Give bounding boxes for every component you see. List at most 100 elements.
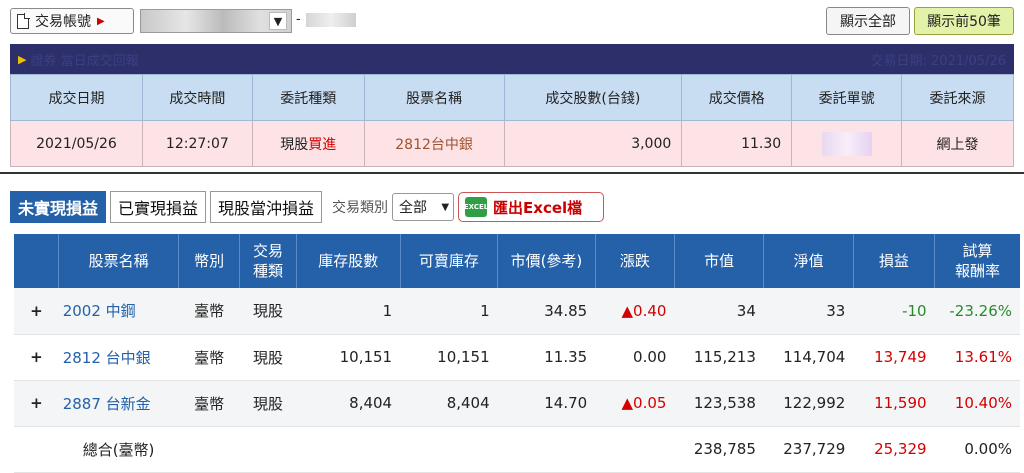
col-header: 淨值	[763, 234, 854, 288]
chevron-down-icon: ▼	[441, 201, 450, 213]
col-header: 可賣庫存	[400, 234, 499, 288]
pl-cell: -10	[853, 288, 935, 335]
col-header: 股票名稱	[363, 74, 505, 121]
export-excel-button[interactable]: EXCEL 匯出Excel檔	[458, 192, 605, 222]
total-return: 0.00%	[934, 426, 1020, 473]
table-row: + 2887 台新金 臺幣 現股 8,404 8,404 14.70 ▲0.05…	[14, 380, 1020, 427]
trade-type-select[interactable]: 全部 ▼	[392, 193, 455, 221]
trade-price-cell: 11.30	[681, 120, 793, 167]
trade-report-title: 證券 當日成交回報	[30, 53, 139, 69]
trade-type-value: 全部	[399, 200, 428, 216]
col-header: 成交時間	[141, 74, 253, 121]
chevron-down-icon: ▼	[269, 12, 287, 30]
net-value-cell: 122,992	[763, 380, 854, 427]
table-row: + 2812 台中銀 臺幣 現股 10,151 10,151 11.35 0.0…	[14, 334, 1020, 381]
col-header: 庫存股數	[296, 234, 401, 288]
col-header: 成交股數(台錢)	[503, 74, 683, 121]
document-icon	[17, 12, 30, 29]
market-value-cell: 123,538	[674, 380, 764, 427]
col-header-line: 交易	[253, 242, 284, 260]
total-net-value: 237,729	[763, 426, 854, 473]
col-header: 漲跌	[595, 234, 675, 288]
trade-time-cell: 12:27:07	[141, 120, 253, 167]
total-spacer	[595, 426, 675, 473]
col-header: 交易 種類	[239, 234, 297, 288]
col-header: 損益	[853, 234, 936, 288]
export-excel-label: 匯出Excel檔	[493, 198, 583, 217]
col-header: 幣別	[178, 234, 241, 288]
sellable-cell: 10,151	[400, 334, 498, 381]
tab-unrealized[interactable]: 未實現損益	[10, 191, 107, 223]
col-header-expand	[14, 234, 60, 288]
section-divider	[0, 172, 1024, 174]
account-select[interactable]: ▼	[140, 9, 292, 33]
total-pl: 25,329	[853, 426, 935, 473]
trade-header-row: 成交日期 成交時間 委託種類 股票名稱 成交股數(台錢) 成交價格 委託單號 委…	[10, 74, 1014, 121]
stock-link[interactable]: 2002 中鋼	[58, 288, 179, 335]
col-header: 委託種類	[251, 74, 365, 121]
trade-source-cell: 網上發	[901, 120, 1014, 167]
kind-action: 買進	[308, 136, 337, 153]
kind-cell: 現股	[239, 288, 297, 335]
expand-button[interactable]: +	[14, 380, 59, 427]
trade-report-table: 成交日期 成交時間 委託種類 股票名稱 成交股數(台錢) 成交價格 委託單號 委…	[10, 74, 1014, 167]
table-row: + 2002 中鋼 臺幣 現股 1 1 34.85 ▲0.40 34 33 -1…	[14, 288, 1020, 335]
total-row: 總合(臺幣) 238,785 237,729 25,329 0.00%	[14, 426, 1020, 473]
unrealized-pl-table: 股票名稱 幣別 交易種類 庫存股數 可賣庫存 市價(參考) 漲跌 市值 淨值 損…	[14, 234, 1020, 473]
net-value-cell: 114,704	[763, 334, 854, 381]
shares-cell: 10,151	[296, 334, 401, 381]
trade-shares-cell: 3,000	[503, 120, 683, 167]
col-header: 市價(參考)	[497, 234, 596, 288]
expand-button[interactable]: +	[14, 288, 59, 335]
trade-type-label: 交易類別	[332, 200, 389, 216]
kind-cell: 現股	[239, 334, 297, 381]
change-cell: ▲0.05	[595, 380, 675, 427]
col-header: 成交價格	[681, 74, 793, 121]
stock-link[interactable]: 2887 台新金	[58, 380, 179, 427]
total-market-value: 238,785	[674, 426, 764, 473]
change-cell: ▲0.40	[595, 288, 675, 335]
trade-row: 2021/05/26 12:27:07 現股買進 2812台中銀 3,000 1…	[10, 120, 1014, 167]
shares-cell: 8,404	[296, 380, 401, 427]
tab-realized[interactable]: 已實現損益	[110, 191, 207, 223]
pl-header-row: 股票名稱 幣別 交易種類 庫存股數 可賣庫存 市價(參考) 漲跌 市值 淨值 損…	[14, 234, 1020, 288]
tab-daytrade[interactable]: 現股當沖損益	[210, 191, 323, 223]
col-header-line: 種類	[253, 262, 284, 280]
col-header: 試算 報酬率	[934, 234, 1020, 288]
account-name-redacted	[306, 13, 356, 27]
total-label: 總合(臺幣)	[58, 426, 596, 473]
kind-prefix: 現股	[280, 136, 309, 153]
col-header: 成交日期	[10, 74, 143, 121]
stock-link[interactable]: 2812 台中銀	[58, 334, 179, 381]
currency-cell: 臺幣	[178, 380, 240, 427]
account-dash: -	[296, 12, 301, 27]
market-value-cell: 115,213	[674, 334, 764, 381]
trade-date-cell: 2021/05/26	[10, 120, 143, 167]
sellable-cell: 1	[400, 288, 498, 335]
expand-button[interactable]: +	[14, 334, 59, 381]
pl-cell: 11,590	[853, 380, 935, 427]
account-button[interactable]: 交易帳號 ▶	[10, 8, 134, 34]
change-cell: 0.00	[595, 334, 675, 381]
currency-cell: 臺幣	[178, 334, 240, 381]
sellable-cell: 8,404	[400, 380, 498, 427]
shares-cell: 1	[296, 288, 401, 335]
triangle-right-icon: ▶	[97, 15, 105, 27]
net-value-cell: 33	[763, 288, 854, 335]
return-cell: -23.26%	[934, 288, 1020, 335]
col-header-line: 報酬率	[955, 262, 1001, 280]
top-toolbar: 交易帳號 ▶ ▼ - 顯示全部 顯示前50筆	[0, 0, 1024, 42]
price-cell: 11.35	[497, 334, 596, 381]
trade-date: 交易日期: 2021/05/26	[870, 53, 1006, 69]
col-header: 市值	[674, 234, 765, 288]
pl-tabs: 未實現損益 已實現損益 現股當沖損益 交易類別 全部 ▼ EXCEL 匯出Exc…	[10, 190, 605, 224]
col-header: 股票名稱	[58, 234, 180, 288]
market-value-cell: 34	[674, 288, 764, 335]
show-top50-button[interactable]: 顯示前50筆	[914, 7, 1014, 35]
currency-cell: 臺幣	[178, 288, 240, 335]
col-header-line: 試算	[962, 242, 993, 260]
show-all-button[interactable]: 顯示全部	[826, 7, 910, 35]
price-cell: 14.70	[497, 380, 596, 427]
return-cell: 10.40%	[934, 380, 1020, 427]
col-header: 委託來源	[901, 74, 1014, 121]
